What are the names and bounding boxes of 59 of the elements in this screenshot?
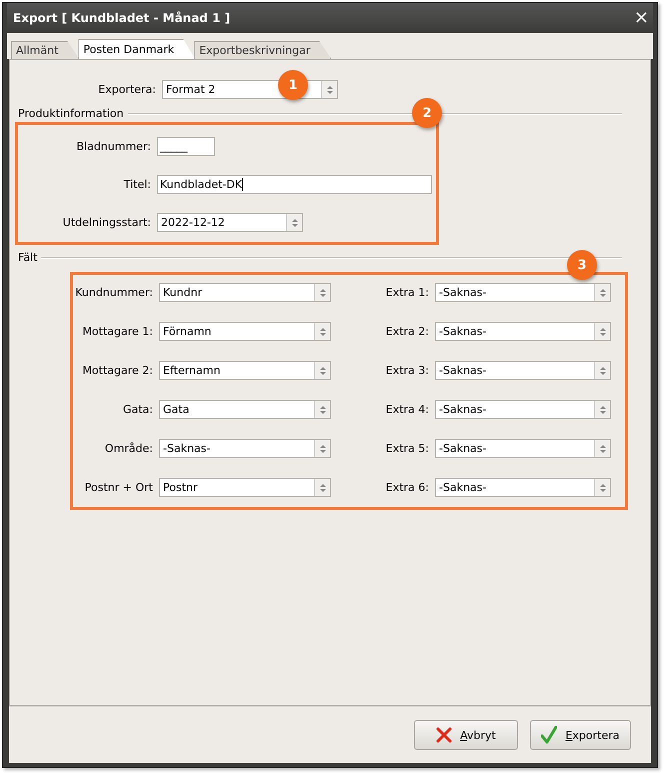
field-dropdown[interactable]: -Saknas- <box>159 439 331 458</box>
cancel-button[interactable]: Avbryt <box>414 720 518 750</box>
export-button[interactable]: Exportera <box>530 720 631 750</box>
field-dropdown[interactable]: Kundnr <box>159 283 331 302</box>
field-label: Extra 1: <box>384 286 430 299</box>
field-label: Mottagare 1: <box>81 325 154 338</box>
field-dropdown[interactable]: -Saknas- <box>435 283 611 302</box>
window-title: Export [ Kundbladet - Månad 1 ] <box>13 11 230 25</box>
spinner-icon <box>594 401 610 418</box>
field-label: Mottagare 2: <box>81 364 154 377</box>
field-label: Titel: <box>122 178 152 191</box>
input-field[interactable]: _____ <box>157 137 215 156</box>
tab[interactable]: Posten Danmark <box>78 39 196 59</box>
field-label: Gata: <box>122 403 154 416</box>
spinner-icon <box>314 323 330 340</box>
field-dropdown[interactable]: -Saknas- <box>435 478 611 497</box>
field-dropdown[interactable]: -Saknas- <box>435 322 611 341</box>
close-button[interactable]: × <box>630 9 653 27</box>
date-spinner[interactable]: 2022-12-12 <box>157 213 303 232</box>
spinner-icon <box>314 479 330 496</box>
field-label: Postnr + Ort <box>84 481 154 494</box>
spinner-icon <box>286 214 302 231</box>
field-dropdown[interactable]: Postnr <box>159 478 331 497</box>
field-label: Område: <box>104 442 154 455</box>
field-label: Extra 4: <box>384 403 430 416</box>
spinner-icon <box>314 401 330 418</box>
spinner-icon <box>314 362 330 379</box>
callout-tooltip: 2 <box>412 98 442 128</box>
field-label: Extra 5: <box>384 442 430 455</box>
callout-tooltip: 3 <box>567 250 597 280</box>
field-label: Extra 6: <box>384 481 430 494</box>
group-legend: Fält <box>18 251 38 264</box>
spinner-icon <box>594 362 610 379</box>
field-label: Utdelningsstart: <box>62 216 152 229</box>
field-dropdown[interactable]: Gata <box>159 400 331 419</box>
field-dropdown[interactable]: Efternamn <box>159 361 331 380</box>
group-legend: Produktinformation <box>18 107 124 120</box>
spinner-icon <box>321 81 337 98</box>
spinner-icon <box>594 479 610 496</box>
field-dropdown[interactable]: -Saknas- <box>435 439 611 458</box>
input-field[interactable]: Kundbladet-DK <box>157 175 432 194</box>
spinner-icon <box>594 323 610 340</box>
field-label: Bladnummer: <box>75 140 152 153</box>
field-label: Exportera: <box>97 83 157 96</box>
field-dropdown[interactable]: -Saknas- <box>435 361 611 380</box>
spinner-icon <box>314 284 330 301</box>
cross-icon <box>436 727 452 743</box>
field-label: Extra 3: <box>384 364 430 377</box>
field-label: Kundnummer: <box>74 286 154 299</box>
field-label: Extra 2: <box>384 325 430 338</box>
tab[interactable]: Exportbeskrivningar <box>194 41 332 59</box>
tab[interactable]: Allmänt <box>11 41 80 59</box>
checkmark-icon <box>541 726 558 744</box>
field-dropdown[interactable]: Förnamn <box>159 322 331 341</box>
callout-tooltip: 1 <box>278 70 308 100</box>
field-dropdown[interactable]: -Saknas- <box>435 400 611 419</box>
spinner-icon <box>594 440 610 457</box>
spinner-icon <box>594 284 610 301</box>
spinner-icon <box>314 440 330 457</box>
